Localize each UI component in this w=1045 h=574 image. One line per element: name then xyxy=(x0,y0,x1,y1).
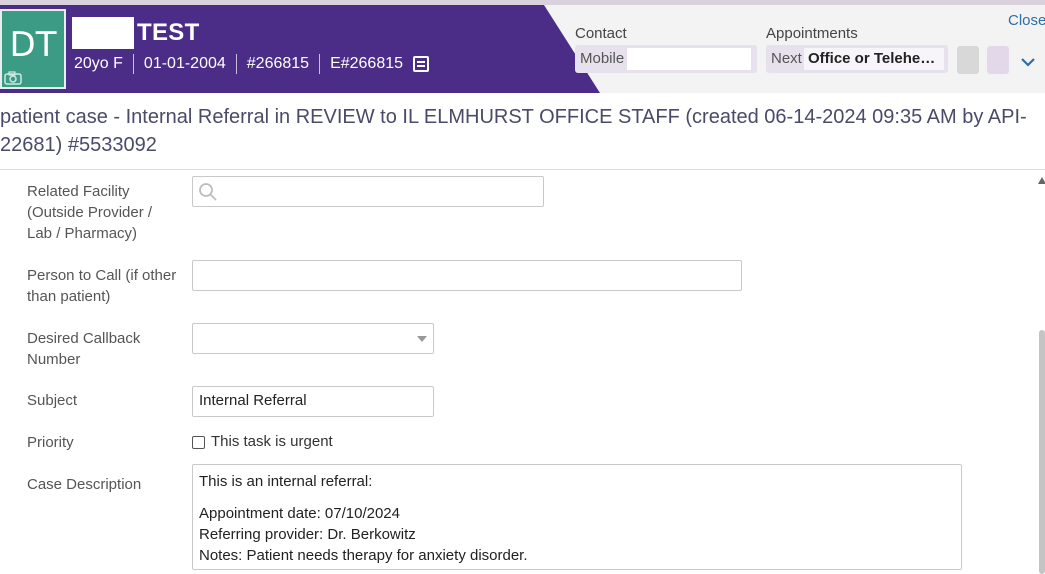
description-line: Referring provider: Dr. Berkowitz xyxy=(199,526,416,543)
subject-input[interactable]: Internal Referral xyxy=(192,386,434,417)
related-facility-label: Related Facility (Outside Provider / Lab… xyxy=(27,183,153,242)
avatar-initials: DT xyxy=(9,25,57,65)
next-appointment[interactable]: Next Office or Teleheal... xyxy=(766,45,948,73)
related-facility-search-input[interactable] xyxy=(192,176,544,207)
patient-meta: 20yo F 01-01-2004 #266815 E#266815 xyxy=(74,54,430,74)
redacted-first-name xyxy=(72,17,134,49)
meta-separator xyxy=(132,54,134,74)
urgent-checkbox[interactable] xyxy=(192,436,205,449)
priority-label: Priority xyxy=(27,434,74,451)
appointments-label: Appointments xyxy=(766,25,858,42)
description-line: This is an internal referral: xyxy=(199,473,373,490)
next-label: Next xyxy=(771,50,802,67)
page-title: patient case - Internal Referral in REVI… xyxy=(0,106,1027,156)
scroll-up-arrow[interactable] xyxy=(1038,177,1045,184)
meta-separator xyxy=(319,54,321,74)
contact-label: Contact xyxy=(575,25,627,42)
scrollbar-thumb[interactable] xyxy=(1039,330,1045,574)
chevron-down-icon xyxy=(417,336,427,342)
description-line: Appointment date: 07/10/2024 xyxy=(199,505,400,522)
camera-icon[interactable] xyxy=(4,71,22,85)
person-to-call-label: Person to Call (if other than patient) xyxy=(27,267,177,305)
search-icon xyxy=(199,183,217,201)
mobile-label: Mobile xyxy=(580,50,625,67)
meta-separator xyxy=(235,54,237,74)
urgent-checkbox-label[interactable]: This task is urgent xyxy=(211,433,333,450)
header-action-button[interactable] xyxy=(957,46,979,74)
redacted-mobile-number xyxy=(627,48,751,70)
callback-number-label: Desired Callback Number xyxy=(27,330,141,368)
next-appointment-value: Office or Teleheal... xyxy=(804,48,944,70)
age-sex: 20yo F xyxy=(74,55,123,72)
enterprise-id: E#266815 xyxy=(330,55,404,72)
patient-id: #266815 xyxy=(246,55,310,72)
date-of-birth: 01-01-2004 xyxy=(143,55,226,72)
header-action-button-2[interactable] xyxy=(987,46,1009,74)
patient-name[interactable]: TEST xyxy=(137,19,200,47)
case-description-textarea[interactable]: This is an internal referral: Appointmen… xyxy=(192,464,962,570)
avatar[interactable]: DT xyxy=(0,9,66,89)
close-link[interactable]: Close xyxy=(1008,12,1045,29)
mobile-contact[interactable]: Mobile xyxy=(575,45,757,73)
patient-banner: DT TEST 20yo F 01-01-2004 #266815 E#2668… xyxy=(0,5,1045,93)
chevron-down-icon[interactable] xyxy=(1020,57,1036,67)
callback-number-select[interactable] xyxy=(192,323,434,354)
subject-label: Subject xyxy=(27,392,78,409)
description-line: Notes: Patient needs therapy for anxiety… xyxy=(199,547,528,564)
person-to-call-input[interactable] xyxy=(192,260,742,291)
chart-summary-icon[interactable] xyxy=(413,56,430,72)
case-description-label: Case Description xyxy=(27,476,142,493)
divider xyxy=(0,169,1045,170)
